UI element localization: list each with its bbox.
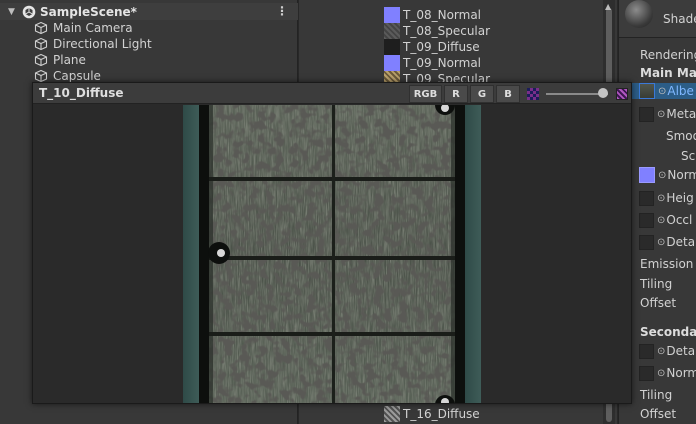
detail-mask-label: Deta bbox=[666, 235, 696, 249]
asset-item[interactable]: T_16_Diffuse bbox=[384, 406, 480, 422]
blue-channel-button[interactable]: B bbox=[496, 85, 520, 103]
specular-thumbnail-icon bbox=[384, 23, 400, 39]
shader-label[interactable]: Shade bbox=[663, 12, 696, 26]
gameobject-cube-icon bbox=[34, 53, 48, 67]
detail-albedo-texture-slot[interactable] bbox=[639, 343, 654, 359]
tiling-secondary-label: Tiling bbox=[640, 388, 673, 402]
scene-row[interactable]: ▼ SampleScene* ⋮ bbox=[0, 3, 298, 20]
preview-toolbar: T_10_Diffuse RGB R G B bbox=[33, 83, 631, 104]
normal-map-row[interactable]: ⊙ Norm bbox=[639, 167, 696, 183]
height-map-label: Heig bbox=[666, 191, 694, 205]
gameobject-cube-icon bbox=[34, 21, 48, 35]
diffuse-thumbnail-icon bbox=[384, 406, 400, 422]
texture-preview-image bbox=[183, 105, 481, 403]
tiling-label: Tiling bbox=[640, 277, 673, 291]
material-header: Shade bbox=[619, 0, 696, 38]
gameobject-cube-icon bbox=[34, 37, 48, 51]
object-picker-icon[interactable]: ⊙ bbox=[658, 86, 666, 97]
detail-albedo-row[interactable]: ⊙ Deta bbox=[639, 343, 695, 359]
hierarchy-item[interactable]: Plane bbox=[34, 52, 86, 68]
asset-item[interactable]: T_09_Diffuse bbox=[384, 39, 480, 55]
albedo-texture-slot[interactable] bbox=[639, 83, 655, 99]
asset-label: T_09_Diffuse bbox=[403, 40, 480, 54]
detail-mask-texture-slot[interactable] bbox=[639, 234, 654, 250]
offset-secondary-label: Offset bbox=[640, 407, 677, 421]
hierarchy-item[interactable]: Main Camera bbox=[34, 20, 133, 36]
hierarchy-item[interactable]: Directional Light bbox=[34, 36, 152, 52]
secondary-maps-heading: Secondar bbox=[640, 325, 696, 339]
detail-albedo-label: Deta bbox=[666, 344, 696, 358]
mip-map-icon[interactable] bbox=[616, 88, 628, 100]
unity-logo-icon bbox=[22, 5, 36, 18]
scene-name: SampleScene* bbox=[40, 4, 137, 19]
hierarchy-item-label: Directional Light bbox=[53, 37, 152, 51]
scene-menu-icon[interactable]: ⋮ bbox=[276, 4, 288, 18]
diffuse-thumbnail-icon bbox=[384, 39, 400, 55]
asset-label: T_09_Normal bbox=[403, 56, 482, 70]
metallic-label: Meta bbox=[666, 107, 696, 121]
object-picker-icon[interactable]: ⊙ bbox=[657, 215, 665, 226]
gameobject-cube-icon bbox=[34, 69, 48, 83]
green-channel-button[interactable]: G bbox=[470, 85, 494, 103]
object-picker-icon[interactable]: ⊙ bbox=[658, 170, 666, 181]
object-picker-icon[interactable]: ⊙ bbox=[657, 237, 665, 248]
asset-item[interactable]: T_09_Normal bbox=[384, 55, 481, 71]
asset-item[interactable]: T_08_Normal bbox=[384, 7, 481, 23]
normal-map-thumbnail-icon bbox=[384, 7, 400, 23]
hierarchy-item-label: Capsule bbox=[53, 69, 101, 83]
alpha-channel-icon[interactable] bbox=[527, 88, 539, 100]
detail-normal-row[interactable]: ⊙ Norm bbox=[639, 365, 696, 381]
offset-label: Offset bbox=[640, 296, 677, 310]
occlusion-texture-slot[interactable] bbox=[639, 212, 654, 228]
asset-label: T_08_Specular bbox=[403, 24, 491, 38]
rendering-mode-label: Rendering bbox=[640, 48, 696, 62]
albedo-label: Albe bbox=[667, 84, 694, 98]
mip-level-slider-handle[interactable] bbox=[598, 88, 608, 98]
foldout-arrow-icon[interactable]: ▼ bbox=[8, 7, 18, 17]
texture-preview-window: T_10_Diffuse RGB R G B bbox=[32, 82, 632, 404]
hierarchy-item-label: Main Camera bbox=[53, 21, 133, 35]
metallic-row[interactable]: ⊙ Meta bbox=[639, 106, 696, 122]
normal-map-thumbnail-icon bbox=[384, 55, 400, 71]
occlusion-label: Occl bbox=[666, 213, 693, 227]
hierarchy-item-label: Plane bbox=[53, 53, 86, 67]
detail-normal-label: Norm bbox=[666, 366, 696, 380]
asset-item[interactable]: T_08_Specular bbox=[384, 23, 490, 39]
red-channel-button[interactable]: R bbox=[444, 85, 468, 103]
height-map-row[interactable]: ⊙ Heig bbox=[639, 190, 694, 206]
preview-canvas bbox=[33, 105, 631, 403]
emission-label[interactable]: Emission bbox=[640, 256, 693, 272]
asset-label: T_08_Normal bbox=[403, 8, 482, 22]
material-preview-sphere bbox=[625, 0, 653, 28]
detail-mask-row[interactable]: ⊙ Deta bbox=[639, 234, 695, 250]
main-maps-heading: Main Map bbox=[640, 66, 696, 80]
object-picker-icon[interactable]: ⊙ bbox=[657, 368, 665, 379]
preview-title: T_10_Diffuse bbox=[39, 86, 124, 100]
height-texture-slot[interactable] bbox=[639, 190, 654, 206]
object-picker-icon[interactable]: ⊙ bbox=[657, 346, 665, 357]
detail-normal-texture-slot[interactable] bbox=[639, 365, 654, 381]
asset-label: T_16_Diffuse bbox=[403, 407, 480, 421]
normal-texture-slot[interactable] bbox=[639, 167, 655, 183]
metallic-texture-slot[interactable] bbox=[639, 106, 654, 122]
normal-map-label: Norm bbox=[667, 168, 696, 182]
rgb-channel-button[interactable]: RGB bbox=[409, 85, 442, 103]
scroll-up-arrow-icon[interactable]: ▲ bbox=[605, 2, 611, 11]
object-picker-icon[interactable]: ⊙ bbox=[657, 109, 665, 120]
source-label: Sc bbox=[681, 149, 696, 163]
smoothness-label: Smoo bbox=[666, 129, 696, 143]
object-picker-icon[interactable]: ⊙ bbox=[657, 193, 665, 204]
occlusion-row[interactable]: ⊙ Occl bbox=[639, 212, 692, 228]
